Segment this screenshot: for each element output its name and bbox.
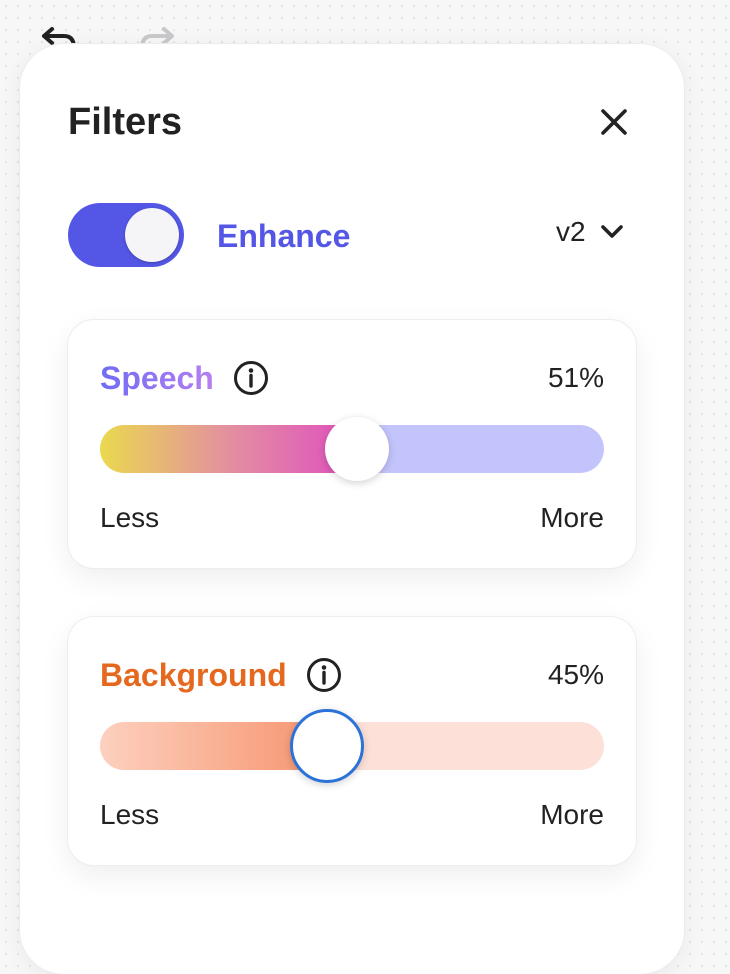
speech-slider-thumb[interactable] [325,417,390,481]
version-dropdown[interactable]: v2 [556,212,624,252]
enhance-label: Enhance [217,218,351,254]
speech-slider-track[interactable] [100,417,604,481]
close-button[interactable] [592,100,636,144]
background-filter-card: Background 45% Less More [68,617,636,865]
speech-label: Speech [100,360,214,396]
enhance-toggle[interactable] [68,203,184,267]
panel-title: Filters [68,101,183,143]
info-icon [233,361,268,395]
filters-panel: Filters Enhance v2 Speech 51% Less More … [20,44,684,974]
background-header: Background [100,655,343,695]
background-value: 45% [547,659,604,690]
close-icon [601,109,627,135]
background-info-button[interactable] [305,656,343,694]
background-slider-thumb[interactable] [289,709,364,783]
background-max-label: More [540,799,604,830]
speech-header: Speech [100,358,270,398]
background-slider-track[interactable] [100,709,604,783]
background-min-label: Less [100,799,160,830]
background-label: Background [100,657,287,693]
chevron-down-icon [600,225,623,238]
speech-filter-card: Speech 51% Less More [68,320,636,568]
speech-max-label: More [540,502,604,533]
version-value: v2 [556,216,586,247]
speech-min-label: Less [100,502,160,533]
info-icon [306,658,341,692]
speech-value: 51% [547,362,604,393]
toggle-knob [125,208,179,262]
speech-info-button[interactable] [232,359,270,397]
